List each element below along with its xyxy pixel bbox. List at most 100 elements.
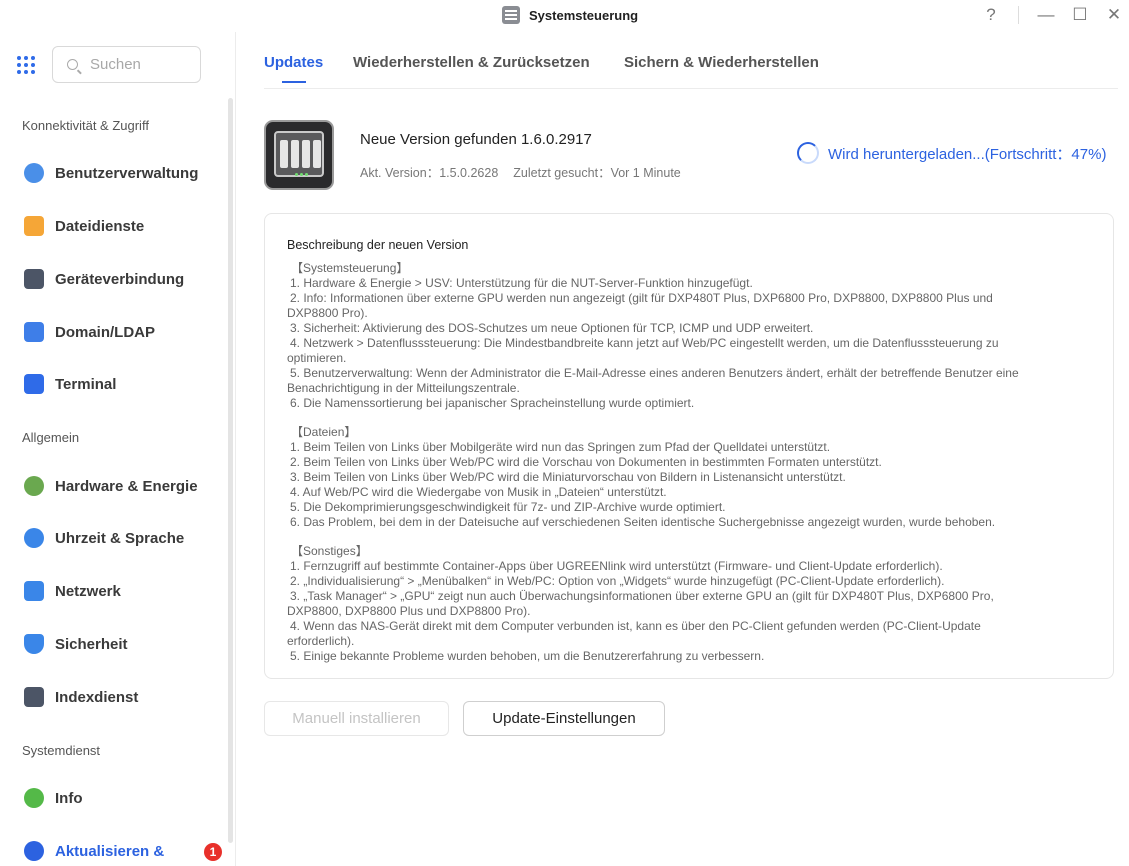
tab-updates[interactable]: Updates (264, 54, 323, 71)
sidebar-item-info[interactable]: Info (24, 783, 224, 813)
note-line: 5. Benutzerverwaltung: Wenn der Administ… (290, 366, 1019, 380)
tab-restore-reset[interactable]: Wiederherstellen & Zurücksetzen (353, 54, 590, 71)
sidebar-item-update[interactable]: Aktualisieren & 1 (24, 836, 224, 866)
users-icon (24, 163, 44, 183)
note-line: 【Systemsteuerung】 (291, 261, 409, 275)
maximize-button[interactable]: ☐ (1068, 4, 1092, 26)
network-icon (24, 581, 44, 601)
notification-badge: 1 (204, 843, 222, 861)
last-checked: Zuletzt gesucht：Vor 1 Minute (513, 166, 681, 180)
sidebar: Konnektivität & Zugriff Benutzerverwaltu… (0, 32, 236, 866)
sidebar-item-label: Uhrzeit & Sprache (55, 529, 185, 547)
section-system-service: Systemdienst (22, 743, 101, 758)
note-group: 【Dateien】 1. Beim Teilen von Links über M… (287, 425, 1093, 530)
note-line: 3. Beim Teilen von Links über Web/PC wir… (290, 470, 846, 484)
close-button[interactable]: ✕ (1102, 4, 1126, 26)
tab-backup-restore[interactable]: Sichern & Wiederherstellen (624, 54, 819, 71)
sidebar-item-label: Dateidienste (55, 217, 145, 235)
sidebar-item-file-services[interactable]: Dateidienste (24, 211, 224, 241)
note-group: 【Sonstiges】 1. Fernzugriff auf bestimmte … (287, 544, 1093, 664)
sidebar-item-label: Domain/LDAP (55, 323, 156, 341)
info-icon (24, 788, 44, 808)
note-line: 2. „Individualisierung“ > „Menübalken“ i… (290, 574, 945, 588)
tab-bar: Updates Wiederherstellen & Zurücksetzen … (264, 32, 1118, 89)
search-icon (67, 59, 78, 70)
current-version: Akt. Version：1.5.0.2628 (360, 166, 499, 180)
release-notes-body: 【Systemsteuerung】 1. Hardware & Energie >… (287, 261, 1093, 664)
domain-icon (24, 322, 44, 342)
release-notes-title: Beschreibung der neuen Version (287, 238, 469, 252)
loading-spinner-icon (797, 142, 819, 164)
note-line: 2. Beim Teilen von Links über Web/PC wir… (290, 455, 882, 469)
sidebar-item-label: Hardware & Energie (55, 477, 198, 495)
device-icon (24, 269, 44, 289)
note-line: erforderlich). (287, 634, 355, 648)
sidebar-item-label: Aktualisieren & (55, 842, 165, 860)
section-general: Allgemein (22, 430, 80, 445)
hardware-icon (24, 476, 44, 496)
sidebar-item-terminal[interactable]: Terminal (24, 369, 224, 399)
note-group: 【Systemsteuerung】 1. Hardware & Energie >… (287, 261, 1093, 411)
note-line: 5. Die Dekomprimierungsgeschwindigkeit f… (290, 500, 726, 514)
sidebar-scrollbar[interactable] (228, 98, 233, 843)
update-icon (24, 841, 44, 861)
sidebar-item-label: Indexdienst (55, 688, 139, 706)
note-line: 【Sonstiges】 (291, 544, 368, 558)
sidebar-item-network[interactable]: Netzwerk (24, 576, 224, 606)
progress-text: Wird heruntergeladen...(Fortschritt：47%) (828, 145, 1107, 163)
note-line: 6. Die Namenssortierung bei japanischer … (290, 396, 695, 410)
note-line: 4. Wenn das NAS-Gerät direkt mit dem Com… (290, 619, 981, 633)
note-line: DXP8800, DXP8800 Plus und DXP8800 Pro). (287, 604, 531, 618)
note-line: 1. Beim Teilen von Links über Mobilgerät… (290, 440, 831, 454)
active-tab-indicator (282, 81, 306, 83)
note-line: 3. „Task Manager“ > „GPU“ zeigt nun auch… (290, 589, 994, 603)
note-line: DXP8800 Pro). (287, 306, 368, 320)
globe-icon (24, 528, 44, 548)
version-meta: Akt. Version：1.5.0.2628 Zuletzt gesucht：V… (360, 162, 696, 181)
note-line: 5. Einige bekannte Probleme wurden behob… (290, 649, 765, 663)
note-line: 2. Info: Informationen über externe GPU … (290, 291, 993, 305)
sidebar-item-label: Info (55, 789, 83, 807)
index-icon (24, 687, 44, 707)
title-bar: Systemsteuerung ? — ☐ ✕ (0, 0, 1129, 32)
nas-device-icon (264, 120, 334, 190)
sidebar-item-label: Terminal (55, 375, 117, 393)
folder-icon (24, 216, 44, 236)
minimize-button[interactable]: — (1034, 4, 1058, 26)
note-line: Benachrichtigung in der Mitteilungszentr… (287, 381, 520, 395)
sidebar-item-domain-ldap[interactable]: Domain/LDAP (24, 317, 224, 347)
terminal-icon (24, 374, 44, 394)
note-line: 1. Hardware & Energie > USV: Unterstützu… (290, 276, 753, 290)
search-box[interactable] (52, 46, 201, 83)
window-title: Systemsteuerung (529, 7, 639, 23)
title-wrap: Systemsteuerung (502, 6, 638, 24)
note-line: 4. Netzwerk > Datenflusssteuerung: Die M… (290, 336, 999, 350)
sidebar-item-hardware[interactable]: Hardware & Energie (24, 471, 224, 501)
note-line: 4. Auf Web/PC wird die Wiedergabe von Mu… (290, 485, 667, 499)
release-notes: Beschreibung der neuen Version 【Systemst… (264, 213, 1114, 679)
apps-grid-icon[interactable] (17, 56, 35, 74)
sidebar-item-label: Sicherheit (55, 635, 128, 653)
manual-install-button[interactable]: Manuell installieren (264, 701, 449, 736)
note-line: 【Dateien】 (291, 425, 357, 439)
sidebar-item-device-connection[interactable]: Geräteverbindung (24, 264, 224, 294)
download-progress: Wird heruntergeladen...(Fortschritt：47%) (797, 142, 1106, 164)
sidebar-item-users[interactable]: Benutzerverwaltung (24, 158, 224, 188)
sidebar-item-time-language[interactable]: Uhrzeit & Sprache (24, 523, 224, 553)
title-separator (1018, 6, 1019, 24)
sidebar-item-label: Benutzerverwaltung (55, 164, 199, 182)
note-line: optimieren. (287, 351, 347, 365)
search-input[interactable] (90, 56, 190, 73)
new-version-label: Neue Version gefunden 1.6.0.2917 (360, 131, 592, 148)
sidebar-item-index-service[interactable]: Indexdienst (24, 682, 224, 712)
shield-icon (24, 634, 44, 654)
sidebar-item-label: Netzwerk (55, 582, 121, 600)
sidebar-item-label: Geräteverbindung (55, 270, 185, 288)
sidebar-item-security[interactable]: Sicherheit (24, 629, 224, 659)
update-settings-button[interactable]: Update-Einstellungen (463, 701, 665, 736)
note-line: 1. Fernzugriff auf bestimmte Container-A… (290, 559, 943, 573)
section-connectivity: Konnektivität & Zugriff (22, 118, 149, 133)
note-line: 3. Sicherheit: Aktivierung des DOS-Schut… (290, 321, 814, 335)
help-button[interactable]: ? (979, 4, 1003, 26)
note-line: 6. Das Problem, bei dem in der Dateisuch… (290, 515, 996, 529)
